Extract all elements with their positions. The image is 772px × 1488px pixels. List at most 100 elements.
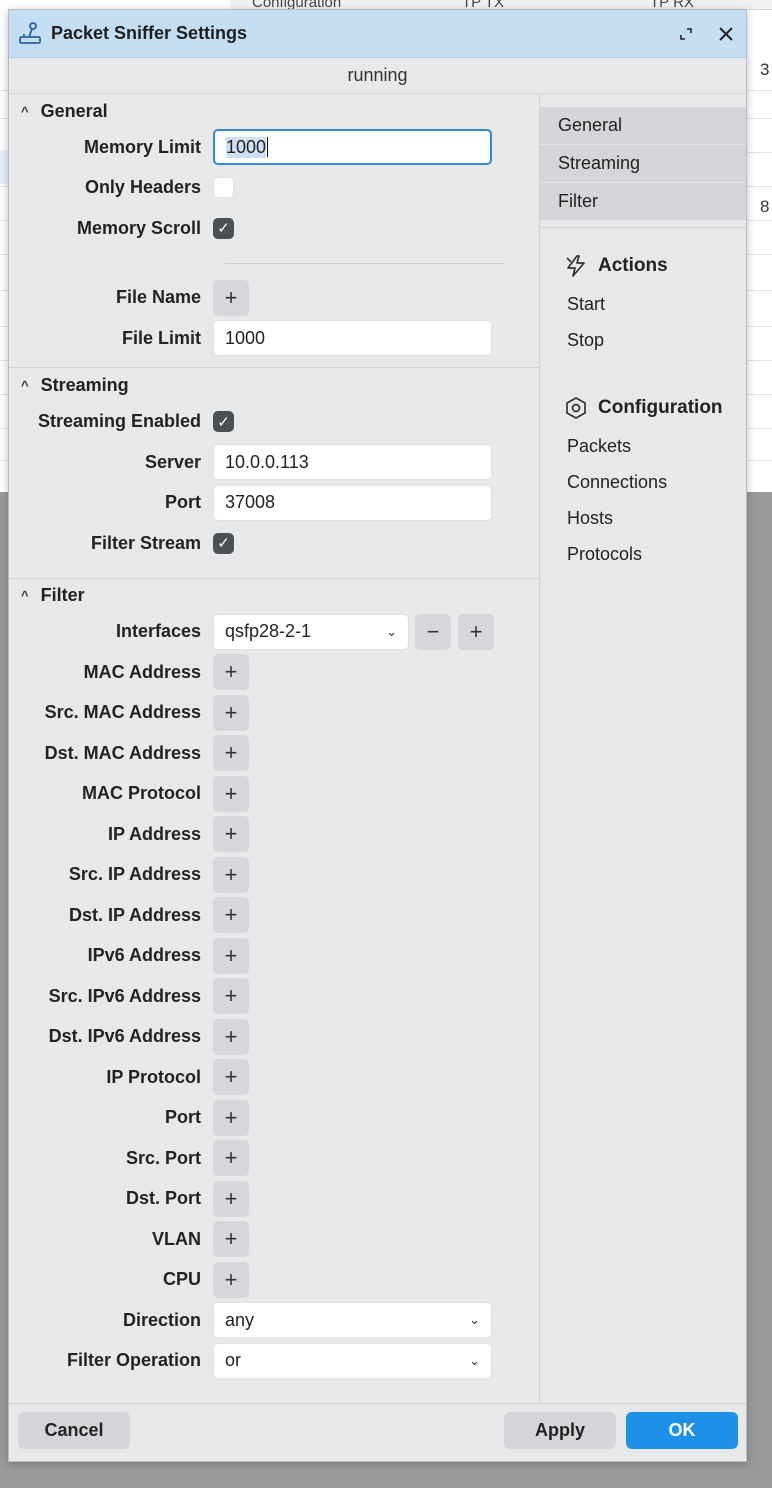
field-label: Port	[165, 1107, 201, 1128]
config-link-protocols[interactable]: Protocols	[540, 536, 746, 572]
maximize-button[interactable]	[666, 14, 706, 54]
plus-icon: +	[224, 861, 238, 887]
file-name-row: File Name +	[9, 278, 539, 319]
filter-operation-row: Filter Operation or ⌄	[9, 1341, 539, 1382]
plus-icon: +	[224, 1064, 238, 1090]
config-link-hosts[interactable]: Hosts	[540, 500, 746, 536]
add-filter-value-button[interactable]: +	[213, 1018, 249, 1055]
ok-button[interactable]: OK	[626, 1412, 738, 1449]
filter-row: IPv6 Address +	[9, 936, 539, 977]
chevron-up-icon: ^	[21, 378, 29, 393]
server-row: Server 10.0.0.113	[9, 442, 539, 483]
port-input[interactable]: 37008	[213, 484, 492, 521]
add-filter-value-button[interactable]: +	[213, 1059, 249, 1096]
section-general-header[interactable]: ^ General	[9, 95, 539, 127]
filter-row: Src. IPv6 Address +	[9, 976, 539, 1017]
add-filter-value-button[interactable]: +	[213, 856, 249, 893]
lightning-icon	[566, 255, 585, 277]
add-filter-value-button[interactable]: +	[213, 1099, 249, 1136]
add-file-name-button[interactable]: +	[213, 279, 249, 316]
filter-row: Src. MAC Address +	[9, 693, 539, 734]
field-label: Interfaces	[115, 621, 201, 642]
remove-interface-button[interactable]: −	[415, 613, 451, 650]
only-headers-checkbox[interactable]	[213, 177, 234, 199]
field-label: Memory Limit	[83, 136, 201, 157]
config-link-packets[interactable]: Packets	[540, 428, 746, 464]
plus-icon: +	[224, 1185, 238, 1211]
port-row: Port 37008	[9, 483, 539, 524]
field-label: Src. IP Address	[68, 864, 201, 885]
action-stop[interactable]: Stop	[540, 322, 746, 358]
check-icon: ✓	[217, 535, 230, 553]
title-bar[interactable]: Packet Sniffer Settings	[9, 10, 746, 58]
add-filter-value-button[interactable]: +	[213, 654, 249, 691]
section-filter-header[interactable]: ^ Filter	[9, 580, 539, 612]
streaming-enabled-checkbox[interactable]: ✓	[213, 411, 234, 433]
memory-limit-input[interactable]: 1000	[213, 129, 492, 166]
field-label: CPU	[162, 1269, 201, 1290]
plus-icon: +	[224, 780, 238, 806]
field-label: Memory Scroll	[76, 217, 201, 238]
status-bar: running	[9, 58, 746, 94]
minus-icon: −	[426, 618, 440, 644]
field-label: File Name	[115, 287, 201, 308]
section-title: Streaming	[40, 375, 129, 395]
bg-cell-value: 3	[760, 60, 770, 79]
section-streaming-header[interactable]: ^ Streaming	[9, 370, 539, 402]
config-link-connections[interactable]: Connections	[540, 464, 746, 500]
plus-icon: +	[224, 284, 238, 310]
add-filter-value-button[interactable]: +	[213, 775, 249, 812]
action-start[interactable]: Start	[540, 286, 746, 322]
close-button[interactable]	[706, 14, 746, 54]
filter-row: Dst. MAC Address +	[9, 733, 539, 774]
plus-icon: +	[224, 699, 238, 725]
memory-scroll-row: Memory Scroll ✓	[9, 208, 539, 249]
add-interface-button[interactable]: +	[458, 613, 494, 650]
apply-button[interactable]: Apply	[504, 1412, 616, 1449]
file-limit-input[interactable]: 1000	[213, 320, 492, 357]
nav-tab-general[interactable]: General	[540, 107, 746, 144]
dialog-footer: Cancel Apply OK	[9, 1403, 746, 1461]
chevron-up-icon: ^	[21, 103, 29, 119]
filter-row: MAC Address +	[9, 652, 539, 693]
add-filter-value-button[interactable]: +	[213, 735, 249, 772]
add-filter-value-button[interactable]: +	[213, 1140, 249, 1177]
direction-select[interactable]: any ⌄	[213, 1302, 492, 1339]
only-headers-row: Only Headers	[9, 168, 539, 209]
chevron-up-icon: ^	[21, 588, 29, 603]
field-label: IP Address	[107, 823, 201, 844]
memory-scroll-checkbox[interactable]: ✓	[213, 217, 234, 239]
add-filter-value-button[interactable]: +	[213, 1221, 249, 1258]
memory-limit-row: Memory Limit 1000	[9, 127, 539, 168]
add-filter-value-button[interactable]: +	[213, 1180, 249, 1217]
add-filter-value-button[interactable]: +	[213, 937, 249, 974]
plus-icon: +	[224, 740, 238, 766]
server-input[interactable]: 10.0.0.113	[213, 444, 492, 481]
field-label: Server	[144, 451, 201, 472]
field-label: Filter Operation	[66, 1350, 201, 1371]
settings-form: ^ General Memory Limit 1000 Only Headers…	[9, 95, 540, 1403]
plus-icon: +	[224, 1104, 238, 1130]
add-filter-value-button[interactable]: +	[213, 1261, 249, 1298]
nav-tab-filter[interactable]: Filter	[540, 183, 746, 220]
section-title: Filter	[40, 585, 85, 605]
add-filter-value-button[interactable]: +	[213, 694, 249, 731]
filter-operation-select[interactable]: or ⌄	[213, 1342, 492, 1379]
file-limit-row: File Limit 1000	[9, 318, 539, 359]
filter-row: Dst. IP Address +	[9, 895, 539, 936]
add-filter-value-button[interactable]: +	[213, 816, 249, 853]
plus-icon: +	[469, 618, 483, 644]
interfaces-select[interactable]: qsfp28-2-1 ⌄	[213, 613, 409, 650]
nav-tab-streaming[interactable]: Streaming	[540, 145, 746, 182]
close-icon	[719, 26, 733, 41]
plus-icon: +	[224, 1266, 238, 1292]
field-label: File Limit	[121, 327, 201, 348]
add-filter-value-button[interactable]: +	[213, 897, 249, 934]
filter-stream-checkbox[interactable]: ✓	[213, 532, 234, 554]
add-filter-value-button[interactable]: +	[213, 978, 249, 1015]
filter-stream-row: Filter Stream ✓	[9, 523, 539, 564]
field-label: MAC Protocol	[82, 783, 201, 804]
cancel-button[interactable]: Cancel	[18, 1412, 130, 1449]
chevron-down-icon: ⌄	[386, 623, 397, 639]
field-label: Dst. IP Address	[68, 904, 201, 925]
